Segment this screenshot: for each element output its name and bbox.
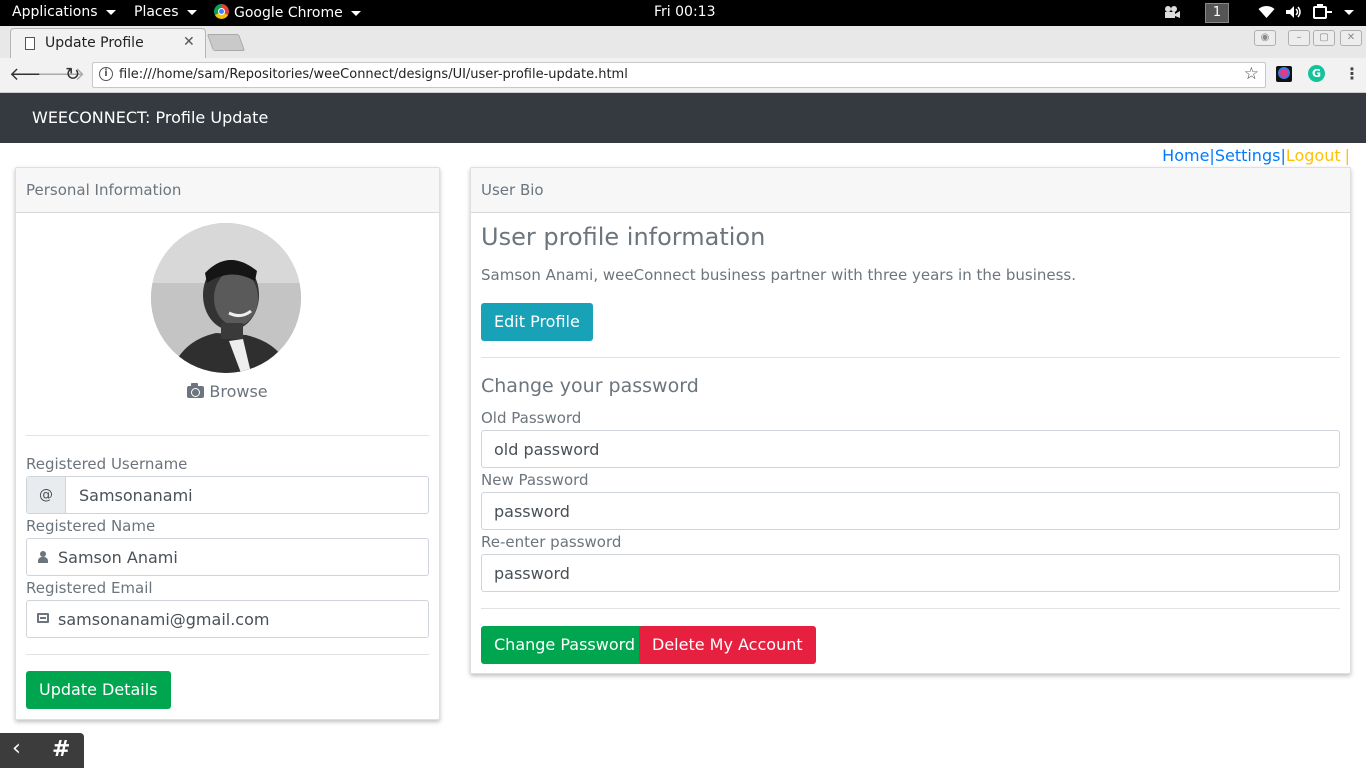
profile-icon[interactable]: ◉ [1254, 30, 1276, 46]
separator: | [1344, 146, 1350, 165]
chevron-left-icon[interactable]: ‹ [12, 736, 21, 761]
tab-title: Update Profile [45, 35, 144, 51]
reenter-password-label: Re-enter password [481, 533, 622, 551]
chrome-icon [214, 4, 229, 19]
url-text: file:///home/sam/Repositories/weeConnect… [119, 67, 628, 82]
tab-update-profile[interactable]: Update Profile ✕ [10, 28, 206, 58]
clock[interactable]: Fri 00:13 [654, 4, 715, 20]
name-value: Samson Anami [58, 548, 178, 567]
browse-button[interactable]: Browse [16, 382, 439, 401]
divider [26, 654, 429, 655]
settings-link[interactable]: Settings [1215, 146, 1281, 165]
email-label: Registered Email [26, 579, 153, 597]
new-password-placeholder: password [494, 502, 570, 521]
personal-information-card: Personal Information Browse Registered U… [15, 167, 440, 720]
envelope-icon [37, 613, 49, 623]
address-bar[interactable]: i file:///home/sam/Repositories/weeConne… [92, 62, 1266, 88]
power-icon[interactable] [1313, 4, 1333, 24]
card-header: User Bio [471, 168, 1350, 213]
places-label: Places [134, 4, 179, 20]
email-field[interactable]: samsonanami@gmail.com [26, 600, 429, 638]
change-password-button[interactable]: Change Password [481, 626, 649, 664]
chevron-down-icon [1344, 9, 1354, 15]
camera-icon [187, 383, 205, 398]
email-value: samsonanami@gmail.com [58, 610, 270, 629]
browse-label: Browse [209, 382, 268, 401]
chevron-down-icon [350, 10, 361, 16]
new-password-label: New Password [481, 471, 589, 489]
top-links: Home|Settings|Logout | [1162, 146, 1350, 165]
applications-menu[interactable]: Applications [12, 4, 116, 20]
delete-account-button[interactable]: Delete My Account [639, 626, 816, 664]
dock: ‹ # [0, 733, 84, 768]
divider [481, 608, 1340, 609]
update-details-button[interactable]: Update Details [26, 671, 171, 709]
divider [26, 435, 429, 436]
at-addon: @ [27, 477, 66, 513]
volume-icon[interactable] [1285, 5, 1302, 23]
page-navbar: WEECONNECT: Profile Update [0, 93, 1366, 143]
menu-icon[interactable]: ⋮ [1344, 64, 1360, 83]
extension-icon[interactable] [1276, 66, 1292, 82]
divider [481, 357, 1340, 358]
bio-title: User profile information [481, 223, 766, 251]
minimize-button[interactable]: – [1288, 30, 1310, 46]
user-icon [38, 551, 48, 563]
star-icon[interactable]: ☆ [1244, 64, 1259, 84]
maximize-button[interactable]: ▢ [1313, 30, 1335, 46]
old-password-placeholder: old password [494, 440, 600, 459]
info-icon[interactable]: i [99, 67, 113, 81]
brand-title[interactable]: WEECONNECT: Profile Update [32, 108, 268, 127]
edit-profile-button[interactable]: Edit Profile [481, 303, 593, 341]
username-field[interactable]: @ Samsonanami [26, 476, 429, 514]
workspace-indicator[interactable]: 1 [1205, 3, 1229, 23]
chevron-down-icon [105, 9, 116, 15]
chevron-down-icon [186, 9, 197, 15]
slack-icon[interactable]: # [52, 737, 70, 762]
recorder-icon[interactable] [1163, 5, 1181, 23]
new-tab-button[interactable] [206, 34, 246, 51]
chrome-app-menu[interactable]: Google Chrome [214, 4, 361, 21]
browser-toolbar: 🡐 🡒 ↻ i file:///home/sam/Repositories/we… [0, 58, 1366, 93]
bio-text: Samson Anami, weeConnect business partne… [481, 266, 1077, 284]
home-link[interactable]: Home [1162, 146, 1209, 165]
name-field[interactable]: Samson Anami [26, 538, 429, 576]
reenter-password-placeholder: password [494, 564, 570, 583]
logout-link[interactable]: Logout [1286, 146, 1341, 165]
username-label: Registered Username [26, 455, 188, 473]
wifi-icon[interactable] [1258, 5, 1275, 23]
window-close-button[interactable]: ✕ [1340, 30, 1362, 46]
places-menu[interactable]: Places [134, 4, 197, 20]
system-menu[interactable] [1336, 4, 1354, 20]
document-icon [25, 37, 35, 50]
name-label: Registered Name [26, 517, 156, 535]
old-password-label: Old Password [481, 409, 582, 427]
new-password-input[interactable]: password [481, 492, 1340, 530]
browser-label: Google Chrome [234, 5, 343, 21]
close-icon[interactable]: ✕ [183, 34, 195, 50]
old-password-input[interactable]: old password [481, 430, 1340, 468]
tab-strip: Update Profile ✕ ◉ – ▢ ✕ [0, 26, 1366, 58]
grammarly-icon[interactable]: G [1308, 65, 1325, 82]
reload-button[interactable]: ↻ [65, 64, 80, 85]
card-header: Personal Information [16, 168, 439, 213]
reenter-password-input[interactable]: password [481, 554, 1340, 592]
username-value: Samsonanami [79, 486, 193, 505]
change-password-title: Change your password [481, 375, 699, 397]
gnome-top-bar: Applications Places Google Chrome Fri 00… [0, 0, 1366, 26]
avatar [151, 223, 301, 373]
user-bio-card: User Bio User profile information Samson… [470, 167, 1351, 674]
applications-label: Applications [12, 4, 98, 20]
